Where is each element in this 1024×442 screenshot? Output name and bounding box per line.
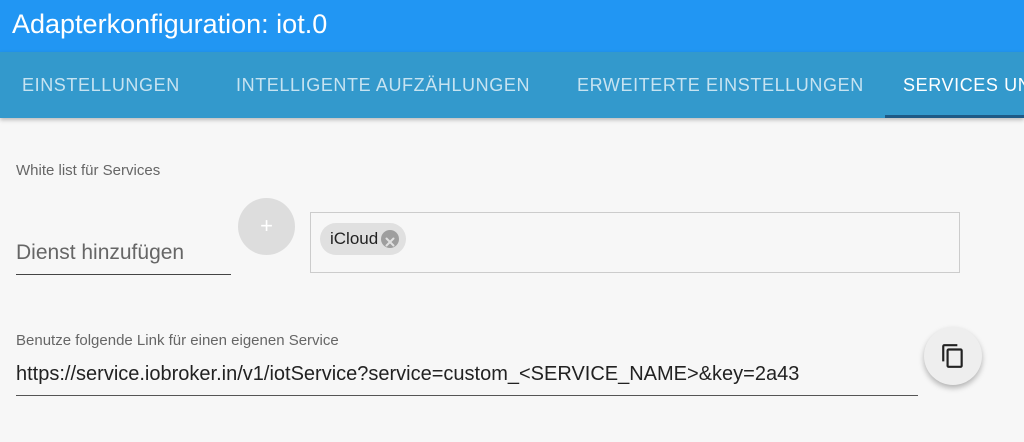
tab-intelligente-aufzaehlungen[interactable]: INTELLIGENTE AUFZÄHLUNGEN [236,52,530,118]
title-bar: Adapterkonfiguration: iot.0 [0,0,1024,52]
add-service-field[interactable] [16,238,231,275]
whitelist-label: White list für Services [16,162,161,179]
active-tab-indicator [885,115,1024,118]
tab-bar: EINSTELLUNGEN INTELLIGENTE AUFZÄHLUNGEN … [0,52,1024,118]
custom-link-input[interactable] [16,363,918,386]
tab-services[interactable]: SERVICES UN [903,52,1024,118]
chip-delete-icon[interactable] [381,230,400,248]
page-title: Adapterkonfiguration: iot.0 [12,9,328,39]
custom-link-field[interactable] [16,361,918,396]
copy-link-button[interactable] [924,327,982,385]
add-service-input[interactable] [16,241,231,265]
tab-einstellungen[interactable]: EINSTELLUNGEN [22,52,180,118]
tab-erweiterte-einstellungen[interactable]: ERWEITERTE EINSTELLUNGEN [577,52,864,118]
custom-link-label: Benutze folgende Link für einen eigenen … [16,332,339,349]
service-chip: iCloud [320,223,407,255]
add-service-button[interactable]: + [238,198,295,255]
service-chip-label: iCloud [330,229,379,248]
service-chip-list: iCloud [310,212,960,273]
